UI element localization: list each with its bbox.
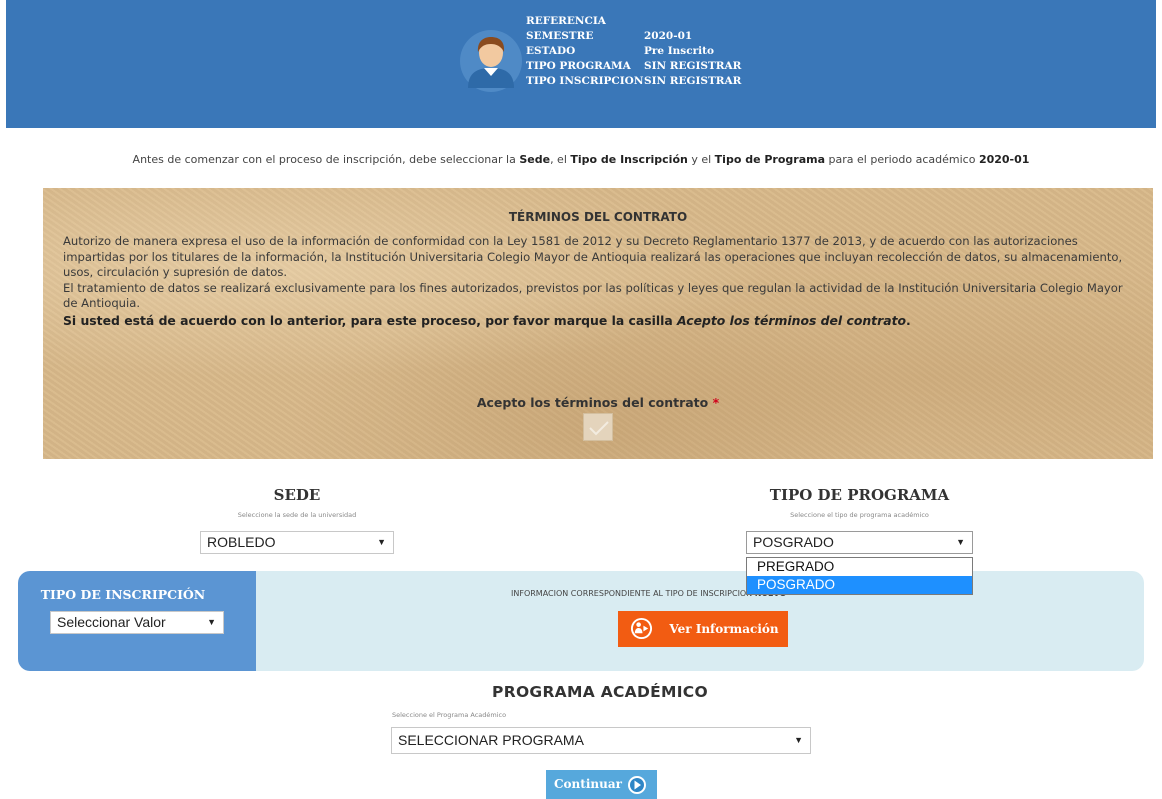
profile-header: REFERENCIA SEMESTRE 2020-01 ESTADO Pre Ins… <box>6 0 1156 128</box>
terms-paragraph-2: El tratamiento de datos se realizará exc… <box>63 280 1123 311</box>
tipo-programa-title: TIPO DE PROGRAMA <box>769 486 950 504</box>
tipo-programa-subtitle: Seleccione el tipo de programa académico <box>790 511 929 519</box>
arrow-right-circle-icon <box>628 776 646 794</box>
inscripcion-info-text: INFORMACION CORRESPONDIENTE AL TIPO DE I… <box>511 589 786 598</box>
tipo-programa-dropdown: PREGRADO POSGRADO <box>746 557 973 595</box>
sede-subtitle: Seleccione la sede de la universidad <box>237 511 357 519</box>
info-row-tipo-programa: TIPO PROGRAMA SIN REGISTRAR <box>526 60 742 72</box>
continuar-button[interactable]: Continuar <box>546 770 657 799</box>
option-posgrado[interactable]: POSGRADO <box>747 576 972 594</box>
terms-agreement-note: Si usted está de acuerdo con lo anterior… <box>63 312 911 328</box>
terms-paragraph-1: Autorizo de manera expresa el uso de la … <box>63 234 1123 280</box>
chevron-down-icon: ▼ <box>207 617 216 627</box>
tipo-programa-select[interactable]: POSGRADO ▼ <box>746 531 973 554</box>
user-avatar-icon <box>460 30 522 92</box>
info-row-estado: ESTADO Pre Inscrito <box>526 45 714 57</box>
tipo-inscripcion-title: TIPO DE INSCRIPCIÓN <box>40 587 206 602</box>
option-pregrado[interactable]: PREGRADO <box>747 558 972 576</box>
sede-select[interactable]: ROBLEDO ▼ <box>200 531 394 554</box>
tipo-inscripcion-select[interactable]: Seleccionar Valor ▼ <box>50 611 224 634</box>
intro-text: Antes de comenzar con el proceso de insc… <box>132 153 1030 166</box>
info-person-icon <box>630 617 653 640</box>
chevron-down-icon: ▼ <box>377 537 386 547</box>
required-mark: * <box>712 395 720 410</box>
info-row-referencia: REFERENCIA <box>526 15 606 27</box>
chevron-down-icon: ▼ <box>956 537 965 547</box>
programa-subtitle: Seleccione el Programa Académico <box>392 711 507 719</box>
terms-panel: TÉRMINOS DEL CONTRATO Autorizo de manera… <box>43 188 1153 459</box>
programa-select[interactable]: SELECCIONAR PROGRAMA ▼ <box>391 727 811 754</box>
terms-body: Autorizo de manera expresa el uso de la … <box>63 234 1138 329</box>
info-row-tipo-inscripcion: TIPO INSCRIPCIONSIN REGISTRAR <box>526 75 742 87</box>
tipo-inscripcion-panel: TIPO DE INSCRIPCIÓN Seleccionar Valor ▼ <box>18 571 256 671</box>
info-row-semestre: SEMESTRE 2020-01 <box>526 30 693 42</box>
accept-terms-checkbox[interactable] <box>583 413 613 441</box>
sede-title: SEDE <box>273 486 321 504</box>
ver-informacion-button[interactable]: Ver Información <box>618 611 788 647</box>
checkmark-icon <box>589 421 609 436</box>
programa-title: PROGRAMA ACADÉMICO <box>492 683 708 701</box>
accept-terms-label: Acepto los términos del contrato * <box>476 395 720 410</box>
chevron-down-icon: ▼ <box>794 735 803 745</box>
profile-info: REFERENCIA SEMESTRE 2020-01 ESTADO Pre Ins… <box>526 14 741 89</box>
terms-title: TÉRMINOS DEL CONTRATO <box>508 210 688 224</box>
